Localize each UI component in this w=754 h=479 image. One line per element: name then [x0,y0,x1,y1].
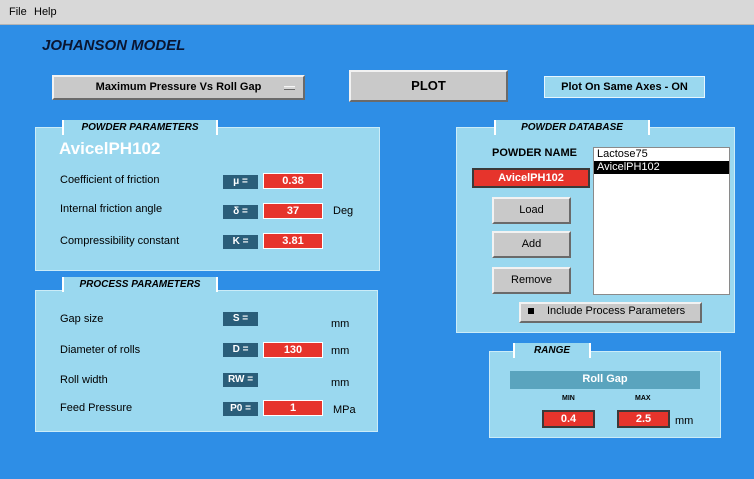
remove-button[interactable]: Remove [492,267,571,294]
checkbox-checked-icon [528,308,534,314]
compressibility-constant-label: Compressibility constant [60,235,180,247]
process-parameters-title: PROCESS PARAMETERS [62,277,218,292]
friction-coefficient-label: Coefficient of friction [60,174,160,186]
same-axes-toggle[interactable]: Plot On Same Axes - ON [544,76,705,98]
gap-size-label: Gap size [60,313,104,325]
range-title: RANGE [513,343,591,358]
powder-list-item[interactable]: Lactose75 [594,148,729,161]
mu-symbol: μ = [223,175,258,189]
powder-list[interactable]: Lactose75 AvicelPH102 [593,147,730,295]
plot-type-dropdown[interactable]: Maximum Pressure Vs Roll Gap [52,75,305,100]
powder-parameters-title: POWDER PARAMETERS [62,120,218,135]
range-min-label: MIN [562,395,575,402]
powder-name-label: POWDER NAME [492,147,577,159]
d-symbol: D = [223,343,258,357]
powder-database-title: POWDER DATABASE [494,120,650,135]
friction-coefficient-field[interactable]: 0.38 [263,173,323,189]
roll-width-unit: mm [331,377,350,389]
s-symbol: S = [223,312,258,326]
range-min-field[interactable]: 0.4 [542,410,595,428]
powder-name-field[interactable]: AvicelPH102 [472,168,590,188]
internal-friction-angle-label: Internal friction angle [60,203,163,215]
gap-size-unit: mm [331,318,350,330]
plot-type-selected: Maximum Pressure Vs Roll Gap [95,81,262,93]
menu-bar: File Help [0,0,754,25]
range-max-field[interactable]: 2.5 [617,410,670,428]
diameter-of-rolls-field[interactable]: 130 [263,342,323,358]
menu-help[interactable]: Help [34,6,57,18]
k-symbol: K = [223,235,258,249]
feed-pressure-field[interactable]: 1 [263,400,323,416]
powder-list-item-selected[interactable]: AvicelPH102 [594,161,729,174]
diameter-of-rolls-unit: mm [331,345,350,357]
load-button[interactable]: Load [492,197,571,224]
include-process-parameters-checkbox[interactable]: Include Process Parameters [519,302,702,323]
feed-pressure-unit: MPa [333,404,356,416]
range-variable-label: Roll Gap [510,371,700,389]
add-button[interactable]: Add [492,231,571,258]
app-title: JOHANSON MODEL [42,37,186,54]
roll-width-label: Roll width [60,374,108,386]
internal-friction-angle-field[interactable]: 37 [263,203,323,219]
internal-friction-angle-unit: Deg [333,205,354,217]
range-unit: mm [675,415,694,427]
feed-pressure-label: Feed Pressure [60,402,133,414]
include-process-parameters-label: Include Process Parameters [547,305,686,317]
compressibility-constant-field[interactable]: 3.81 [263,233,323,249]
diameter-of-rolls-label: Diameter of rolls [60,344,141,356]
dropdown-indicator-icon [284,86,295,90]
p0-symbol: P0 = [223,402,258,416]
range-max-label: MAX [635,395,651,402]
delta-symbol: δ = [223,205,258,219]
plot-button[interactable]: PLOT [349,70,508,102]
menu-file[interactable]: File [9,6,27,18]
rw-symbol: RW = [223,373,258,387]
powder-name-heading: AvicelPH102 [59,139,161,158]
